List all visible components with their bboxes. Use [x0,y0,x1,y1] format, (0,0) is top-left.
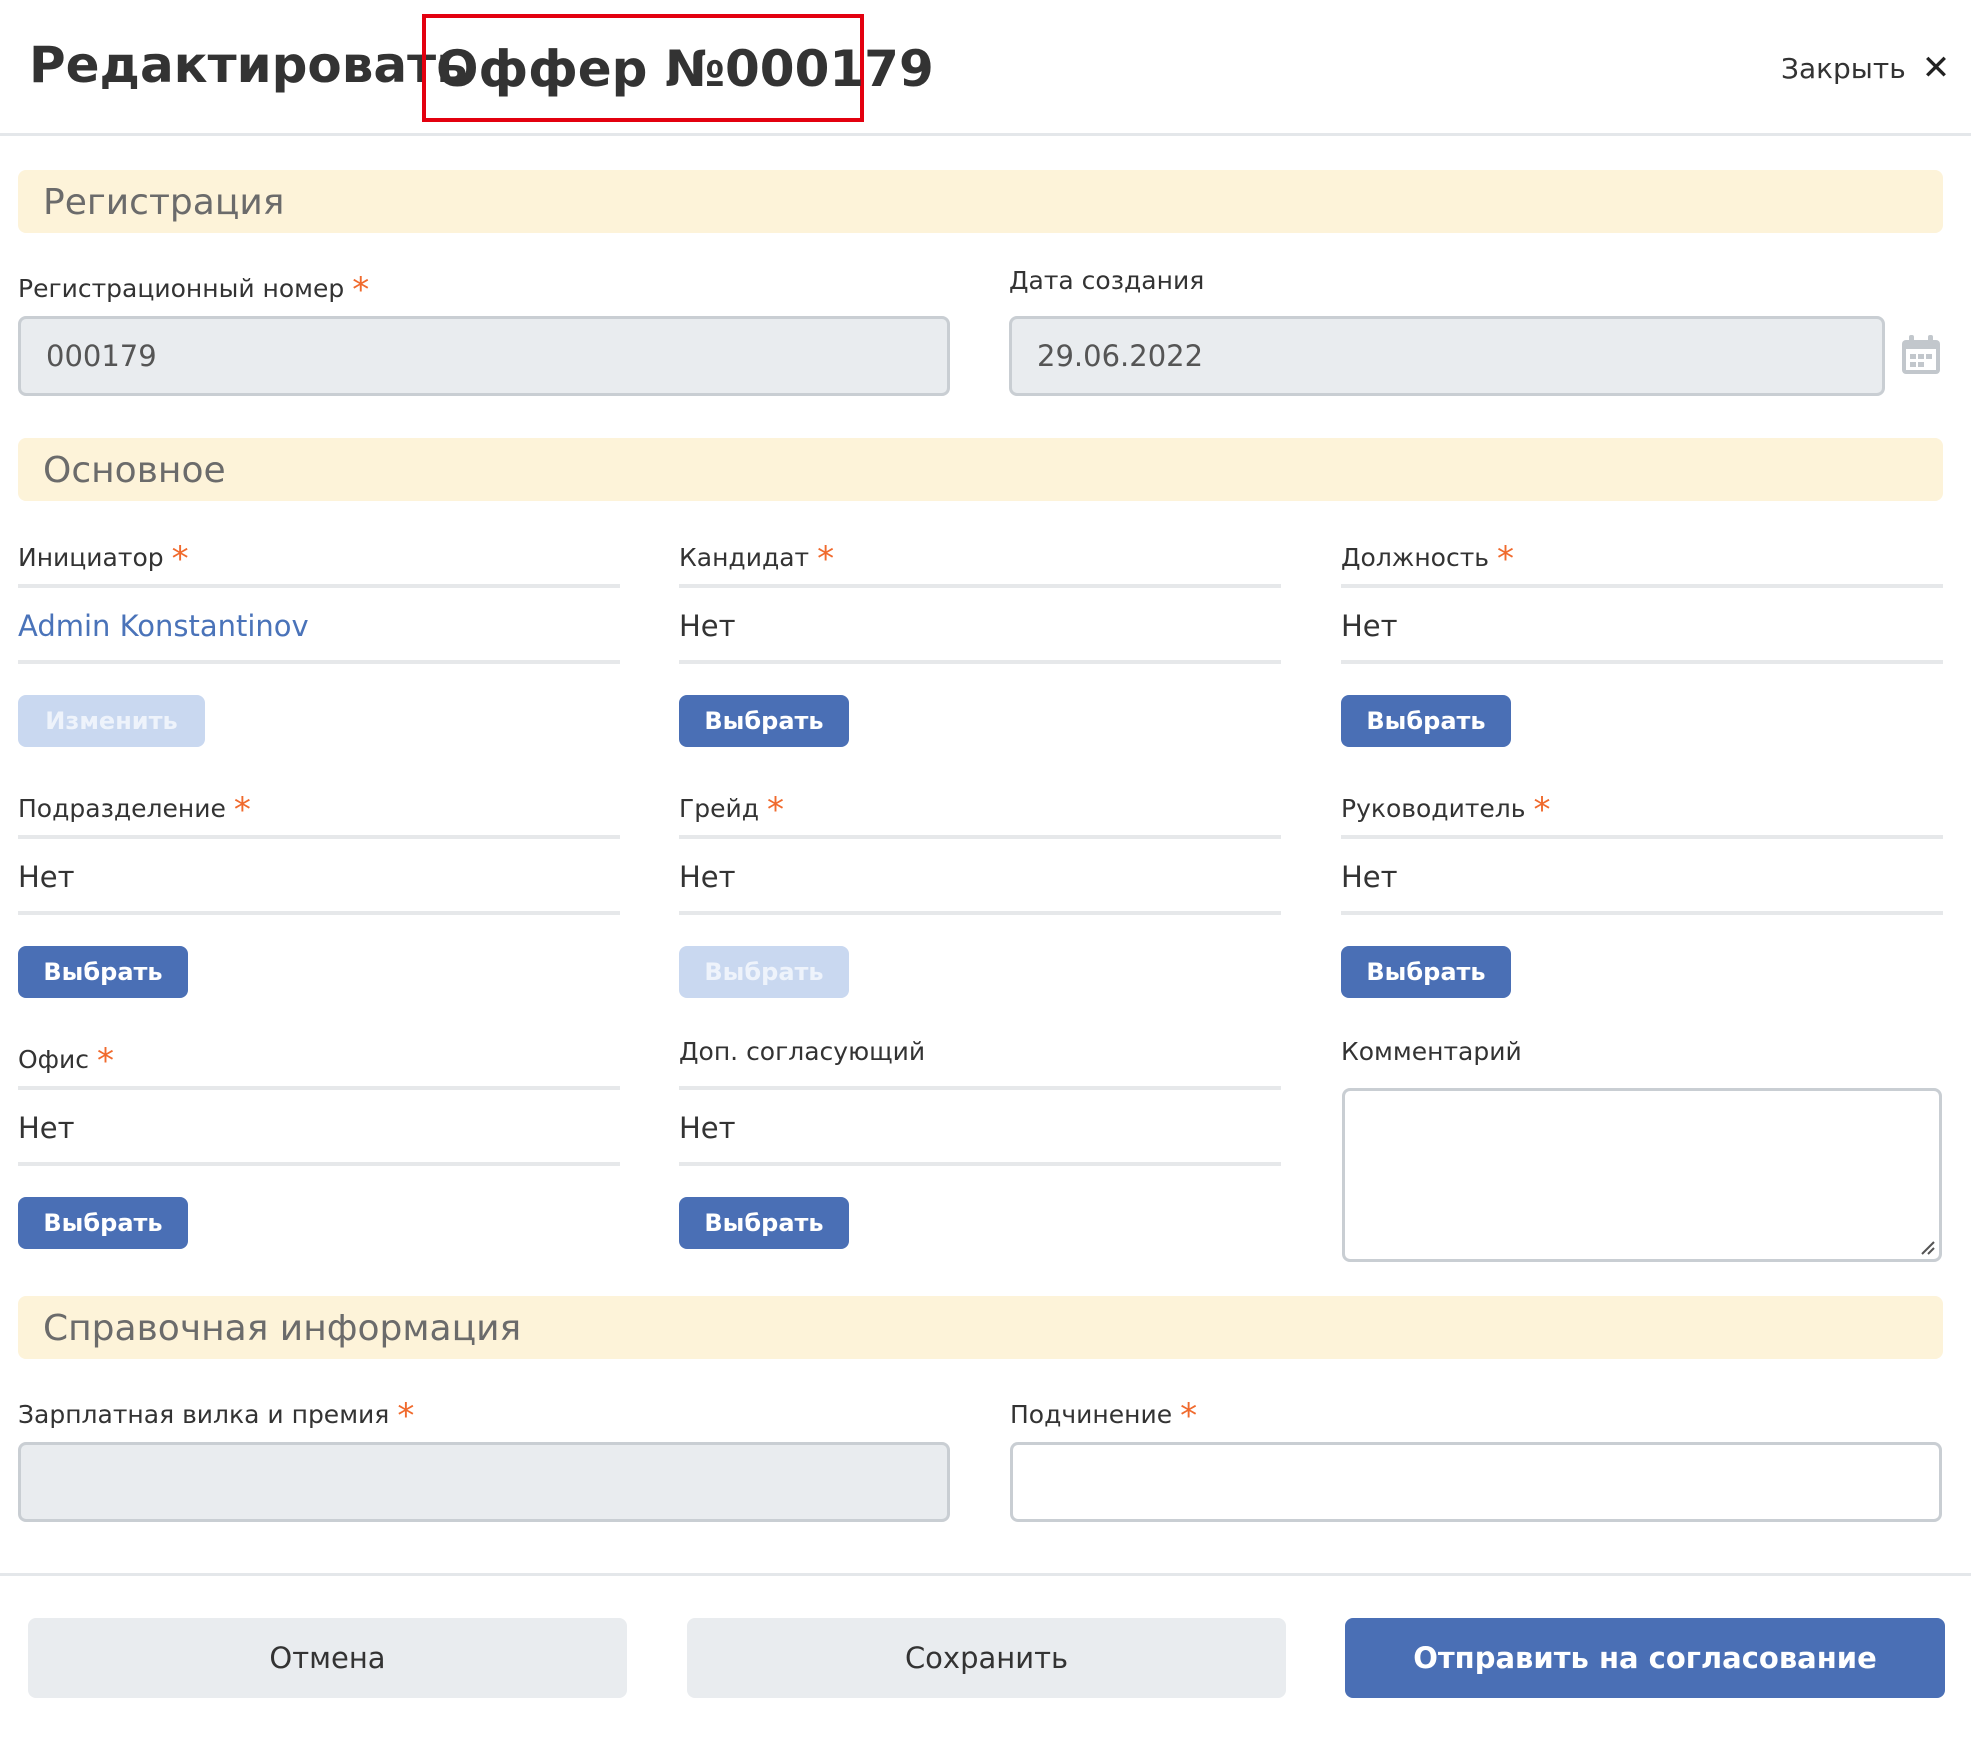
grade-label: Грейд * [679,786,784,830]
divider [18,835,620,839]
divider [679,1162,1281,1166]
divider [18,660,620,664]
divider [679,584,1281,588]
department-value: Нет [18,860,75,894]
position-label: Должность * [1341,535,1514,579]
required-mark: * [233,790,251,830]
comment-textarea[interactable] [1342,1088,1942,1262]
reg-number-input[interactable]: 000179 [18,316,950,396]
required-mark: * [817,539,835,579]
section-title-main: Основное [43,450,226,491]
salary-label: Зарплатная вилка и премия * [18,1392,414,1436]
divider [679,660,1281,664]
page-title: Редактировать [29,36,468,94]
created-date-input[interactable]: 29.06.2022 [1009,316,1885,396]
salary-input[interactable] [18,1442,950,1522]
divider [679,911,1281,915]
dialog-header: Редактировать Оффер №000179 Закрыть ✕ [0,0,1971,136]
divider [18,911,620,915]
subordination-label-text: Подчинение [1010,1400,1173,1429]
required-mark: * [1533,790,1551,830]
section-main: Основное [18,438,1943,501]
required-mark: * [1180,1396,1198,1436]
divider [679,1086,1281,1090]
save-button[interactable]: Сохранить [687,1618,1286,1698]
initiator-value-link[interactable]: Admin Konstantinov [18,609,309,643]
manager-label-text: Руководитель [1341,794,1526,823]
required-mark: * [171,539,189,579]
calendar-icon[interactable] [1900,334,1942,376]
section-title-reference: Справочная информация [43,1308,522,1349]
divider [1341,660,1943,664]
close-icon[interactable]: ✕ [1922,51,1951,85]
divider [1341,584,1943,588]
initiator-label: Инициатор * [18,535,189,579]
close-button[interactable]: Закрыть ✕ [1781,48,1950,88]
close-label: Закрыть [1781,51,1906,85]
reg-number-label-text: Регистрационный номер [18,274,345,303]
divider [18,1086,620,1090]
candidate-select-button[interactable]: Выбрать [679,695,849,747]
divider [1341,911,1943,915]
subordination-input[interactable] [1010,1442,1942,1522]
manager-value: Нет [1341,860,1398,894]
comment-label: Комментарий [1341,1037,1522,1066]
approver-select-button[interactable]: Выбрать [679,1197,849,1249]
candidate-label-text: Кандидат [679,543,810,572]
manager-label: Руководитель * [1341,786,1551,830]
divider [1341,835,1943,839]
subordination-label: Подчинение * [1010,1392,1197,1436]
department-label: Подразделение * [18,786,251,830]
required-mark: * [97,1041,115,1081]
initiator-change-button: Изменить [18,695,205,747]
reg-number-label: Регистрационный номер * [18,266,369,310]
divider [18,584,620,588]
department-label-text: Подразделение [18,794,226,823]
section-reference: Справочная информация [18,1296,1943,1359]
office-select-button[interactable]: Выбрать [18,1197,188,1249]
office-label-text: Офис [18,1045,90,1074]
footer-divider [0,1573,1971,1576]
position-select-button[interactable]: Выбрать [1341,695,1511,747]
section-registration: Регистрация [18,170,1943,233]
position-label-text: Должность [1341,543,1490,572]
department-select-button[interactable]: Выбрать [18,946,188,998]
section-title-registration: Регистрация [43,182,285,223]
divider [679,835,1281,839]
candidate-label: Кандидат * [679,535,834,579]
required-mark: * [1497,539,1515,579]
approver-label: Доп. согласующий [679,1037,926,1066]
required-mark: * [767,790,785,830]
office-label: Офис * [18,1037,114,1081]
required-mark: * [397,1396,415,1436]
created-date-label: Дата создания [1009,266,1205,295]
manager-select-button[interactable]: Выбрать [1341,946,1511,998]
divider [18,1162,620,1166]
salary-label-text: Зарплатная вилка и премия [18,1400,390,1429]
candidate-value: Нет [679,609,736,643]
office-value: Нет [18,1111,75,1145]
grade-select-button: Выбрать [679,946,849,998]
cancel-button[interactable]: Отмена [28,1618,627,1698]
offer-title-highlighted: Оффер №000179 [422,14,934,122]
initiator-label-text: Инициатор [18,543,164,572]
submit-approval-button[interactable]: Отправить на согласование [1345,1618,1945,1698]
grade-value: Нет [679,860,736,894]
position-value: Нет [1341,609,1398,643]
resize-handle-icon[interactable] [1918,1238,1936,1256]
approver-value: Нет [679,1111,736,1145]
required-mark: * [352,270,370,310]
grade-label-text: Грейд [679,794,760,823]
